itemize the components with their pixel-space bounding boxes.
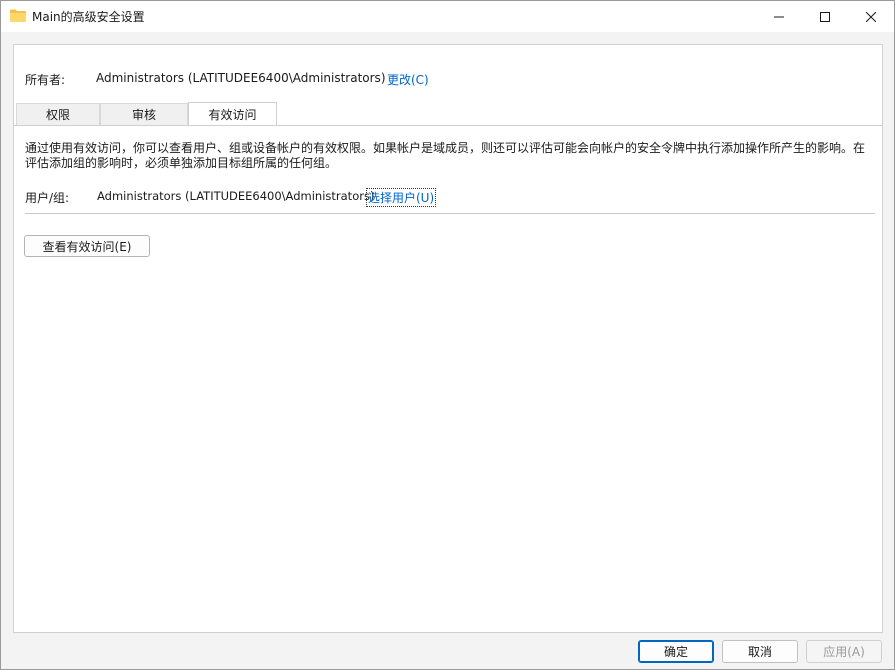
minimize-button[interactable] [756,1,802,32]
apply-label: 应用(A) [823,645,865,659]
maximize-button[interactable] [802,1,848,32]
tab-label: 审核 [131,108,156,122]
maximize-icon [820,11,830,22]
folder-icon [10,9,26,22]
user-group-label: 用户/组: [25,191,70,205]
window-title: Main的高级安全设置 [32,10,145,24]
tab-effective-access[interactable]: 有效访问 [188,102,277,126]
tab-label: 有效访问 [208,108,257,122]
divider [25,213,875,214]
change-owner-link[interactable]: 更改(C) [387,71,429,88]
select-user-link[interactable]: 选择用户(U) [366,188,437,207]
view-effective-access-button[interactable]: 查看有效访问(E) [24,235,150,257]
close-icon [866,11,876,22]
effective-access-description: 通过使用有效访问，你可以查看用户、组或设备帐户的有效权限。如果帐户是域成员，则还… [25,141,866,170]
tab-label: 权限 [45,108,70,122]
minimize-icon [774,12,784,22]
ok-button[interactable]: 确定 [638,640,714,663]
ok-label: 确定 [663,645,688,659]
tab-permissions[interactable]: 权限 [16,103,100,125]
tab-divider [14,125,882,126]
owner-label: 所有者: [25,73,66,87]
tab-strip: 权限 审核 有效访问 [16,102,880,126]
content-panel: 所有者: Administrators (LATITUDEE6400\Admin… [13,44,883,633]
title-bar[interactable]: Main的高级安全设置 [1,1,894,32]
owner-value: Administrators (LATITUDEE6400\Administra… [96,71,386,85]
cancel-button[interactable]: 取消 [722,640,798,663]
user-group-value: Administrators (LATITUDEE6400\Administra… [97,189,375,203]
advanced-security-settings-window: Main的高级安全设置 所有者: Administrators (LATITUD… [0,0,895,670]
apply-button: 应用(A) [806,640,882,663]
view-effective-access-label: 查看有效访问(E) [42,239,132,254]
tab-auditing[interactable]: 审核 [100,103,188,125]
close-button[interactable] [848,1,894,32]
cancel-label: 取消 [747,645,772,659]
